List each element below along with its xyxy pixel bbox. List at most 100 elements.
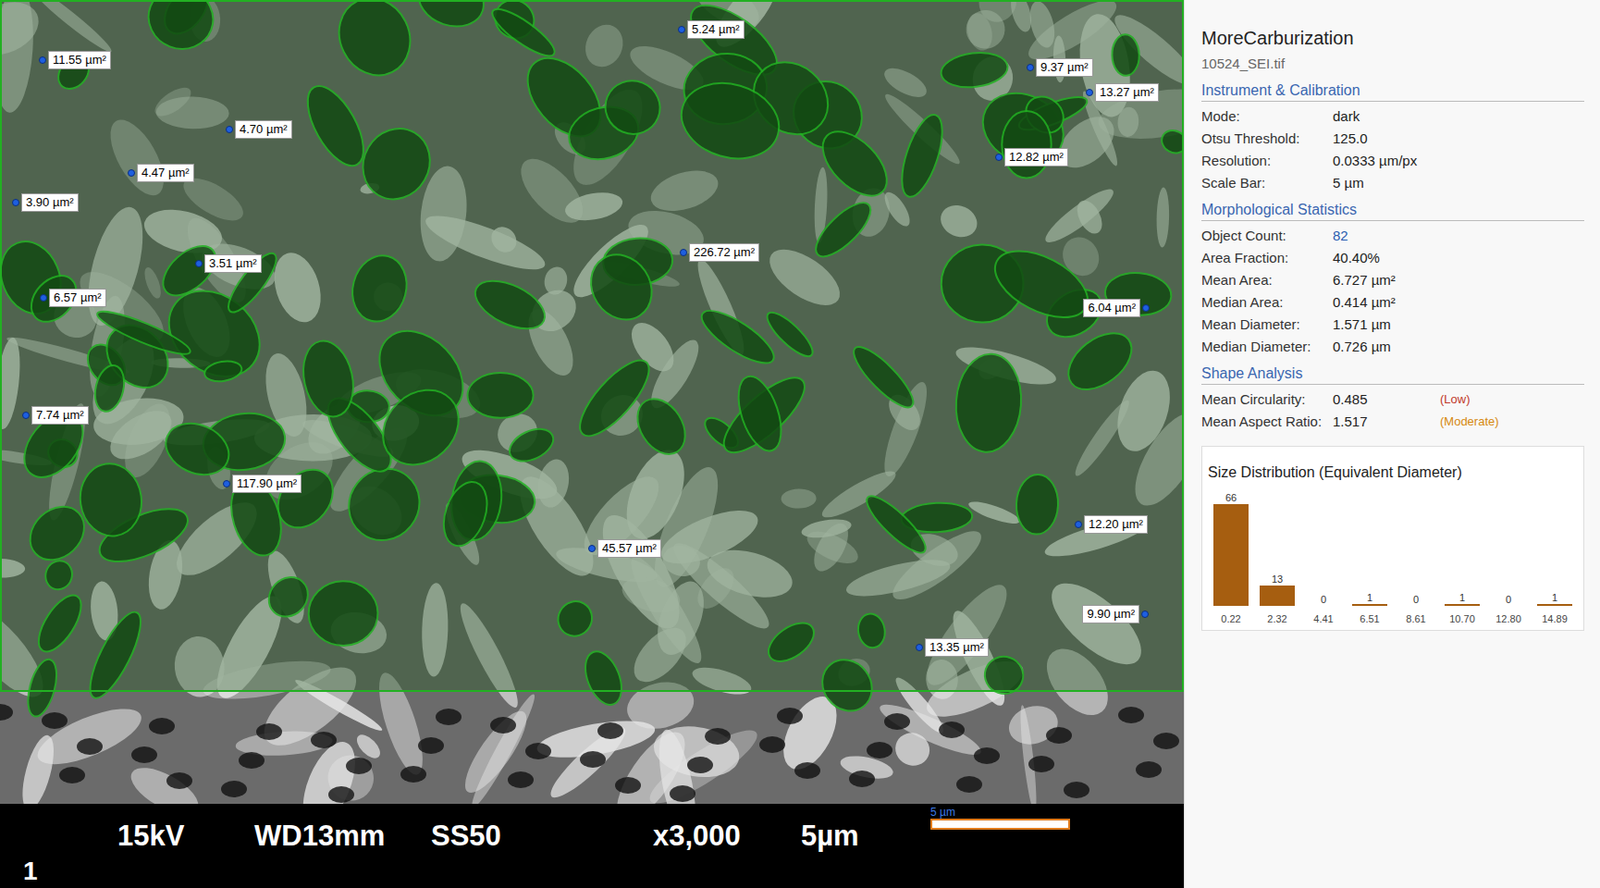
stat-key: Median Area: <box>1201 291 1333 314</box>
histogram-bar[interactable] <box>1444 603 1480 606</box>
marker-dot <box>1141 610 1149 618</box>
databar-text: x3,000 <box>652 814 741 859</box>
stat-row: Median Area:0.414 µm² <box>1201 291 1585 314</box>
stats-section: Morphological StatisticsObject Count:82A… <box>1201 199 1585 358</box>
stat-tag: (Low) <box>1440 388 1585 411</box>
stat-row: Resolution:0.0333 µm/px <box>1201 149 1585 173</box>
area-annotation[interactable]: 45.57 µm² <box>588 539 662 558</box>
marker-dot <box>1026 63 1034 72</box>
axis-tick: 2.32 <box>1254 611 1301 628</box>
area-annotation[interactable]: 4.47 µm² <box>127 163 195 183</box>
area-annotation[interactable]: 117.90 µm² <box>222 474 302 493</box>
area-annotation[interactable]: 4.70 µm² <box>225 120 293 139</box>
chart-title: Size Distribution (Equivalent Diameter) <box>1207 463 1578 482</box>
axis-tick: 10.70 <box>1439 611 1486 628</box>
bar-column: 1 <box>1439 590 1486 606</box>
area-annotation[interactable]: 12.20 µm² <box>1074 515 1148 534</box>
annotation-label: 11.55 µm² <box>48 50 111 70</box>
area-annotation[interactable]: 6.04 µm² <box>1083 298 1150 318</box>
area-annotation[interactable]: 11.55 µm² <box>38 50 111 70</box>
marker-dot <box>127 169 136 177</box>
area-annotation[interactable]: 12.82 µm² <box>995 147 1069 167</box>
stat-value: 1.517 <box>1332 410 1440 433</box>
stat-key: Mean Area: <box>1201 269 1333 292</box>
stat-row: Scale Bar:5 µm <box>1201 172 1585 195</box>
stat-value: dark <box>1332 105 1440 128</box>
bar-count: 0 <box>1505 592 1512 606</box>
axis-tick: 0.22 <box>1207 611 1255 628</box>
stat-key: Median Diameter: <box>1201 335 1333 358</box>
stat-value: 40.40% <box>1332 246 1440 270</box>
area-annotation[interactable]: 5.24 µm² <box>677 20 745 39</box>
bar-count: 1 <box>1551 590 1558 604</box>
bar-column: 66 <box>1207 491 1255 606</box>
bar-column: 0 <box>1485 592 1532 606</box>
stat-key: Mean Circularity: <box>1201 388 1333 411</box>
marker-dot <box>222 480 231 488</box>
annotation-label: 9.90 µm² <box>1082 604 1140 624</box>
axis-tick: 8.61 <box>1392 611 1440 628</box>
section-heading: Shape Analysis <box>1201 363 1585 385</box>
stat-row: Mean Area:6.727 µm² <box>1201 269 1585 292</box>
histogram-bar[interactable] <box>1259 585 1295 606</box>
stat-value[interactable]: 82 <box>1332 224 1440 247</box>
stats-panel: MoreCarburization10524_SEI.tifInstrument… <box>1183 0 1600 888</box>
bar-count: 13 <box>1271 572 1283 586</box>
marker-dot <box>38 56 47 64</box>
stat-value: 1.571 µm <box>1332 313 1440 336</box>
area-annotation[interactable]: 13.27 µm² <box>1085 83 1159 102</box>
databar-text: SS50 <box>430 814 502 859</box>
chart-axis: 0.222.324.416.518.6110.7012.8014.89 <box>1207 611 1578 628</box>
axis-tick: 6.51 <box>1346 611 1393 628</box>
histogram-bar[interactable] <box>1537 603 1573 606</box>
area-annotation[interactable]: 6.57 µm² <box>39 288 107 308</box>
area-annotation[interactable]: 9.37 µm² <box>1026 58 1094 77</box>
marker-dot <box>588 544 596 553</box>
file-name: 10524_SEI.tif <box>1201 53 1585 75</box>
image-viewer: 11.55 µm² 5.24 µm² 9.37 µm² 13.27 µm² 4.70 µ… <box>0 0 1184 888</box>
histogram-bar[interactable] <box>1213 504 1249 606</box>
area-annotation[interactable]: 3.51 µm² <box>195 254 262 273</box>
stat-value: 125.0 <box>1332 127 1440 150</box>
stat-row: Mean Circularity:0.485(Low) <box>1201 388 1585 411</box>
marker-dot <box>22 411 30 419</box>
chart-bars: 66 13 0 1 0 1 0 1 <box>1207 485 1578 606</box>
annotation-label: 4.70 µm² <box>234 120 293 139</box>
area-annotation[interactable]: 7.74 µm² <box>22 406 89 425</box>
stat-key: Area Fraction: <box>1201 246 1333 270</box>
bar-column: 1 <box>1531 590 1578 606</box>
annotation-label: 12.20 µm² <box>1083 515 1148 534</box>
annotation-label: 6.04 µm² <box>1083 298 1141 318</box>
bar-count: 0 <box>1320 592 1327 606</box>
area-annotation[interactable]: 13.35 µm² <box>915 638 989 657</box>
section-heading: Morphological Statistics <box>1201 199 1585 222</box>
marker-dot <box>915 643 924 652</box>
bar-column: 13 <box>1254 572 1301 606</box>
axis-tick: 14.89 <box>1531 611 1578 628</box>
marker-dot <box>1085 88 1094 97</box>
stat-value: 6.727 µm² <box>1332 269 1440 292</box>
bar-count: 1 <box>1366 590 1373 604</box>
stat-key: Otsu Threshold: <box>1201 127 1333 150</box>
bar-column: 0 <box>1392 592 1440 606</box>
area-annotation[interactable]: 3.90 µm² <box>12 193 79 212</box>
databar-text: WD13mm <box>254 814 385 859</box>
stat-key: Resolution: <box>1201 149 1333 173</box>
annotation-label: 117.90 µm² <box>232 474 302 493</box>
stat-row: Median Diameter:0.726 µm <box>1201 335 1585 358</box>
histogram-bar[interactable] <box>1352 603 1388 606</box>
panel-title: MoreCarburization <box>1201 25 1585 50</box>
bar-count: 0 <box>1413 592 1419 606</box>
micrograph-texture <box>0 0 1184 804</box>
stats-section: Shape Analysis Mean Circularity:0.485(Low… <box>1201 363 1585 433</box>
stat-row: Area Fraction:40.40% <box>1201 246 1585 270</box>
stat-key: Mean Aspect Ratio: <box>1201 410 1333 433</box>
annotation-label: 6.57 µm² <box>49 288 107 308</box>
area-annotation[interactable]: 9.90 µm² <box>1082 604 1149 624</box>
sem-databar: 15kVWD13mmSS50x3,0005µm15 µm <box>0 803 1184 888</box>
stat-row: Mean Diameter:1.571 µm <box>1201 313 1585 336</box>
area-annotation[interactable]: 226.72 µm² <box>679 243 760 262</box>
scale-bar-label: 5 µm <box>930 805 1071 819</box>
bar-column: 0 <box>1300 592 1347 606</box>
stat-row: Mode:dark <box>1201 105 1585 128</box>
